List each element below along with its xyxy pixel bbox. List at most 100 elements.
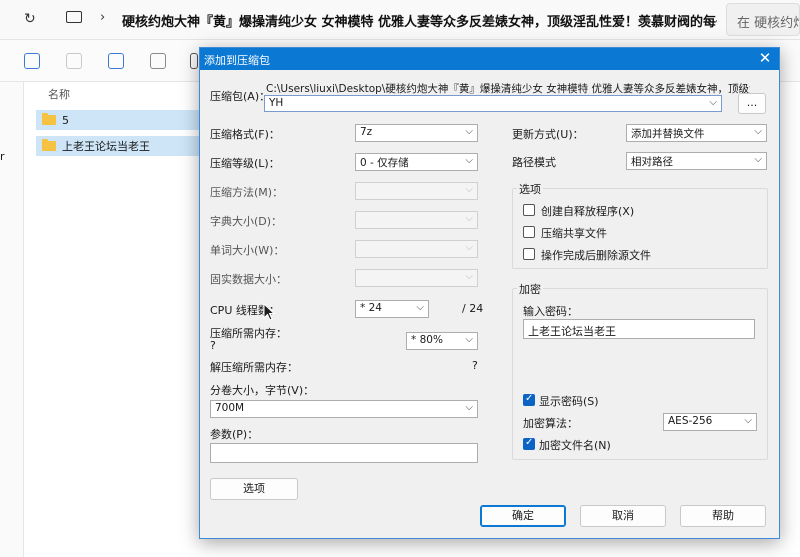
folder-icon bbox=[42, 113, 56, 125]
chevron-down-icon: ⌵ bbox=[465, 184, 473, 195]
cpu-select[interactable]: * 24 ⌵ bbox=[355, 300, 429, 318]
enc-method-label: 加密算法： bbox=[523, 417, 578, 430]
params-label: 参数(P)： bbox=[210, 428, 259, 441]
enc-method-value: AES-256 bbox=[668, 415, 713, 427]
chevron-down-icon: ⌵ bbox=[465, 402, 473, 413]
solid-label: 固实数据大小： bbox=[210, 273, 287, 286]
explorer-titlebar: ↻ › 硬核约炮大神『黄』爆操清纯少女 女神模特 优雅人妻等众多反差婊女神，顶级… bbox=[0, 0, 800, 40]
mem-comp-label: 压缩所需内存： bbox=[210, 327, 287, 340]
options-group-title: 选项 bbox=[517, 181, 543, 197]
chevron-right-icon[interactable]: › bbox=[100, 10, 105, 25]
format-label: 压缩格式(F)： bbox=[210, 128, 280, 141]
archive-name-value: YH bbox=[269, 97, 284, 109]
archive-label: 压缩包(A)： bbox=[210, 90, 271, 103]
ok-button[interactable]: 确定 bbox=[480, 505, 566, 527]
encrypt-names-checkbox[interactable] bbox=[523, 437, 535, 450]
options-group: 选项 创建自释放程序(X) 压缩共享文件 操作完成后删除源文件 bbox=[512, 181, 768, 269]
encryption-group: 加密 输入密码： 上老王论坛当老王 显示密码(S) 加密算法： AES-256 ⌵… bbox=[512, 281, 768, 460]
chevron-down-icon: ⌵ bbox=[465, 271, 473, 282]
close-icon[interactable]: ✕ bbox=[757, 50, 773, 67]
show-password-label: 显示密码(S) bbox=[539, 395, 599, 408]
shared-checkbox[interactable] bbox=[523, 226, 535, 238]
word-select: ⌵ bbox=[355, 240, 478, 258]
level-value: 0 - 仅存储 bbox=[360, 157, 409, 169]
paste-icon[interactable] bbox=[66, 53, 82, 69]
search-input[interactable]: 在 硬核约炮大神 bbox=[726, 3, 800, 36]
format-value: 7z bbox=[360, 126, 373, 138]
chevron-down-icon: ⌵ bbox=[744, 415, 752, 426]
archive-name-combo[interactable]: YH ⌵ bbox=[264, 95, 722, 112]
word-label: 单词大小(W)： bbox=[210, 244, 285, 257]
method-label: 压缩方法(M)： bbox=[210, 186, 284, 199]
cancel-button[interactable]: 取消 bbox=[580, 505, 666, 527]
navigation-pane: r bbox=[0, 82, 24, 557]
cpu-value: * 24 bbox=[360, 302, 382, 314]
folder-icon bbox=[42, 139, 56, 151]
show-password-checkbox[interactable] bbox=[523, 393, 535, 406]
mem-decomp-label: 解压缩所需内存： bbox=[210, 361, 298, 374]
encryption-group-title: 加密 bbox=[517, 281, 543, 297]
list-item[interactable]: 上老王论坛当老王 bbox=[36, 136, 212, 156]
chevron-down-icon: ⌵ bbox=[465, 242, 473, 253]
mem-comp-value: ? bbox=[210, 339, 216, 352]
archive-path: C:\Users\liuxi\Desktop\硬核约炮大神『黄』爆操清纯少女 女… bbox=[266, 83, 750, 95]
chevron-down-icon: ⌵ bbox=[465, 334, 473, 345]
chevron-down-icon: ⌵ bbox=[416, 302, 424, 313]
delete-checkbox[interactable] bbox=[523, 248, 535, 260]
format-select[interactable]: 7z ⌵ bbox=[355, 124, 478, 142]
mouse-cursor-icon bbox=[263, 303, 275, 321]
encrypt-names-label: 加密文件名(N) bbox=[539, 439, 611, 452]
path-mode-select[interactable]: 相对路径 ⌵ bbox=[626, 152, 767, 170]
dict-select: ⌵ bbox=[355, 211, 478, 229]
enc-method-select[interactable]: AES-256 ⌵ bbox=[663, 413, 757, 431]
options-button[interactable]: 选项 bbox=[210, 478, 298, 500]
path-mode-label: 路径模式 bbox=[512, 156, 556, 169]
file-rows: 5 上老王论坛当老王 bbox=[36, 110, 212, 156]
dialog-title: 添加到压缩包 bbox=[204, 54, 270, 67]
chevron-down-icon: ⌵ bbox=[465, 213, 473, 224]
copy-icon[interactable] bbox=[24, 53, 40, 69]
share-icon[interactable] bbox=[150, 53, 166, 69]
mem-percent-select[interactable]: * 80% ⌵ bbox=[406, 332, 478, 350]
rename-icon[interactable] bbox=[108, 53, 124, 69]
dialog-titlebar[interactable]: 添加到压缩包 ✕ bbox=[200, 48, 779, 70]
method-select: ⌵ bbox=[355, 182, 478, 200]
list-item[interactable]: 5 bbox=[36, 110, 212, 130]
split-value: 700M bbox=[215, 402, 245, 414]
mem-decomp-value: ? bbox=[472, 359, 478, 372]
chevron-down-icon: ⌵ bbox=[709, 97, 717, 108]
path-mode-value: 相对路径 bbox=[631, 156, 673, 168]
cpu-total: / 24 bbox=[462, 302, 484, 315]
update-value: 添加并替换文件 bbox=[631, 128, 705, 140]
sfx-checkbox[interactable] bbox=[523, 204, 535, 216]
column-header-name[interactable]: 名称 bbox=[48, 86, 70, 102]
chevron-down-icon: ⌵ bbox=[754, 126, 762, 137]
chevron-down-icon: ⌵ bbox=[754, 154, 762, 165]
split-label: 分卷大小，字节(V)： bbox=[210, 384, 315, 397]
help-button[interactable]: 帮助 bbox=[680, 505, 766, 527]
file-name: 5 bbox=[62, 113, 69, 127]
shared-label: 压缩共享文件 bbox=[541, 227, 607, 240]
level-label: 压缩等级(L)： bbox=[210, 157, 280, 170]
password-label: 输入密码： bbox=[523, 305, 578, 318]
browse-button[interactable]: ... bbox=[738, 93, 766, 114]
split-select[interactable]: 700M ⌵ bbox=[210, 400, 478, 418]
update-select[interactable]: 添加并替换文件 ⌵ bbox=[626, 124, 767, 142]
dict-label: 字典大小(D)： bbox=[210, 215, 283, 228]
sfx-label: 创建自释放程序(X) bbox=[541, 205, 635, 218]
password-input[interactable]: 上老王论坛当老王 bbox=[523, 319, 755, 339]
delete-label: 操作完成后删除源文件 bbox=[541, 249, 651, 262]
nav-letter: r bbox=[0, 150, 5, 163]
file-name: 上老王论坛当老王 bbox=[62, 140, 150, 153]
add-to-archive-dialog: 添加到压缩包 ✕ 压缩包(A)： C:\Users\liuxi\Desktop\… bbox=[199, 47, 780, 539]
delete-icon[interactable] bbox=[190, 53, 198, 69]
level-select[interactable]: 0 - 仅存储 ⌵ bbox=[355, 153, 478, 171]
chevron-down-icon: ⌵ bbox=[465, 126, 473, 137]
address-bar[interactable]: 硬核约炮大神『黄』爆操清纯少女 女神模特 优雅人妻等众多反差婊女神，顶级淫乱性爱… bbox=[122, 11, 717, 30]
refresh-icon[interactable]: ↻ bbox=[24, 11, 36, 27]
params-input[interactable] bbox=[210, 443, 478, 463]
solid-select: ⌵ bbox=[355, 269, 478, 287]
computer-icon[interactable] bbox=[66, 11, 82, 23]
update-label: 更新方式(U)： bbox=[512, 128, 584, 141]
mem-percent-value: * 80% bbox=[411, 334, 443, 346]
